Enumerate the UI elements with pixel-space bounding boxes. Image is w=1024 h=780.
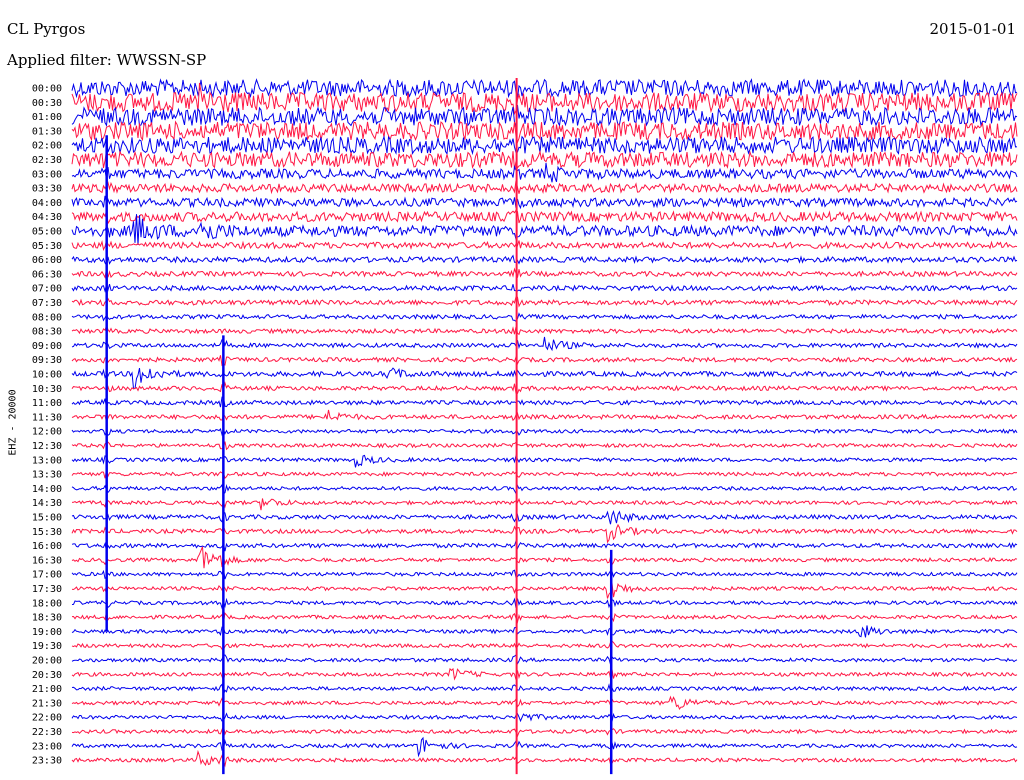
time-tick-label: 19:00 <box>32 627 62 638</box>
time-tick-label: 09:30 <box>32 355 62 366</box>
time-tick-label: 18:30 <box>32 613 62 624</box>
time-tick-label: 04:30 <box>32 212 62 223</box>
trace-line <box>71 254 1018 267</box>
trace-line <box>71 296 1018 308</box>
trace-line <box>71 712 1018 723</box>
trace-line <box>71 441 1018 451</box>
trace-line <box>71 497 1018 511</box>
time-tick-label: 16:30 <box>32 555 62 566</box>
time-tick-label: 07:00 <box>32 284 62 295</box>
time-tick-label: 00:00 <box>32 84 62 95</box>
trace-line <box>71 654 1018 666</box>
trace-line <box>71 355 1018 367</box>
time-tick-label: 04:00 <box>32 198 62 209</box>
time-tick-label: 13:30 <box>32 470 62 481</box>
time-tick-label: 15:00 <box>32 513 62 524</box>
time-tick-label: 20:30 <box>32 670 62 681</box>
trace-line <box>71 78 1018 99</box>
trace-line <box>71 283 1018 293</box>
time-tick-label: 14:30 <box>32 498 62 509</box>
trace-line <box>71 367 1018 390</box>
time-tick-label: 11:00 <box>32 398 62 409</box>
trace-line <box>71 611 1018 624</box>
trace-line <box>71 180 1018 195</box>
time-tick-label: 08:30 <box>32 327 62 338</box>
time-tick-label: 05:30 <box>32 241 62 252</box>
time-tick-label: 23:30 <box>32 756 62 767</box>
time-tick-label: 01:00 <box>32 112 62 123</box>
time-tick-label: 17:30 <box>32 584 62 595</box>
trace-line <box>71 625 1018 638</box>
trace-line <box>71 724 1018 738</box>
time-tick-label: 21:00 <box>32 684 62 695</box>
trace-line <box>71 667 1018 682</box>
traces-group <box>71 78 1018 775</box>
trace-line <box>71 483 1018 496</box>
trace-line <box>71 749 1018 768</box>
trace-line <box>71 640 1018 650</box>
trace-line <box>71 539 1018 552</box>
time-tick-label: 21:30 <box>32 698 62 709</box>
trace-line <box>71 683 1018 695</box>
trace-line <box>71 428 1018 437</box>
time-tick-label: 11:30 <box>32 412 62 423</box>
time-tick-label: 12:30 <box>32 441 62 452</box>
time-tick-label: 18:00 <box>32 598 62 609</box>
trace-line <box>71 336 1018 352</box>
time-tick-label: 22:00 <box>32 713 62 724</box>
time-tick-label: 23:00 <box>32 741 62 752</box>
trace-line <box>71 396 1018 409</box>
trace-line <box>71 135 1018 156</box>
trace-line <box>71 546 1018 569</box>
trace-line <box>71 469 1018 480</box>
time-tick-label: 10:30 <box>32 384 62 395</box>
time-tick-label: 06:00 <box>32 255 62 266</box>
time-tick-label: 07:30 <box>32 298 62 309</box>
trace-line <box>71 409 1018 424</box>
time-tick-label: 17:00 <box>32 570 62 581</box>
trace-line <box>71 324 1018 336</box>
time-tick-label: 10:00 <box>32 370 62 381</box>
trace-line <box>71 267 1018 279</box>
trace-line <box>71 568 1018 580</box>
trace-line <box>71 381 1018 394</box>
time-tick-label: 15:30 <box>32 527 62 538</box>
time-tick-label: 02:00 <box>32 141 62 152</box>
time-tick-label: 19:30 <box>32 641 62 652</box>
time-tick-label: 09:00 <box>32 341 62 352</box>
time-tick-label: 08:00 <box>32 312 62 323</box>
time-tick-label: 14:00 <box>32 484 62 495</box>
time-tick-label: 20:00 <box>32 656 62 667</box>
time-tick-label: 06:30 <box>32 269 62 280</box>
time-tick-label: 01:30 <box>32 126 62 137</box>
trace-line <box>71 312 1018 323</box>
trace-line <box>71 195 1018 210</box>
trace-line <box>71 582 1018 599</box>
time-tick-label: 03:30 <box>32 184 62 195</box>
trace-line <box>71 597 1018 610</box>
time-tick-label: 05:00 <box>32 227 62 238</box>
trace-line <box>71 736 1018 758</box>
time-tick-label: 12:00 <box>32 427 62 438</box>
trace-line <box>71 695 1018 710</box>
trace-line <box>71 149 1018 170</box>
time-tick-label: 03:00 <box>32 169 62 180</box>
time-tick-label: 22:30 <box>32 727 62 738</box>
time-tick-labels: 00:00 00:30 01:00 01:30 02:00 02:30 03:00 03:30… <box>32 84 62 767</box>
time-tick-label: 13:00 <box>32 455 62 466</box>
time-tick-label: 02:30 <box>32 155 62 166</box>
trace-line <box>71 454 1018 468</box>
trace-line <box>71 209 1018 225</box>
trace-line <box>71 509 1018 525</box>
time-tick-label: 00:30 <box>32 98 62 109</box>
seismogram-chart: 00:00 00:30 01:00 01:30 02:00 02:30 03:00 03:30… <box>32 78 1018 775</box>
time-tick-label: 16:00 <box>32 541 62 552</box>
trace-line <box>71 523 1018 544</box>
trace-line <box>71 238 1018 252</box>
